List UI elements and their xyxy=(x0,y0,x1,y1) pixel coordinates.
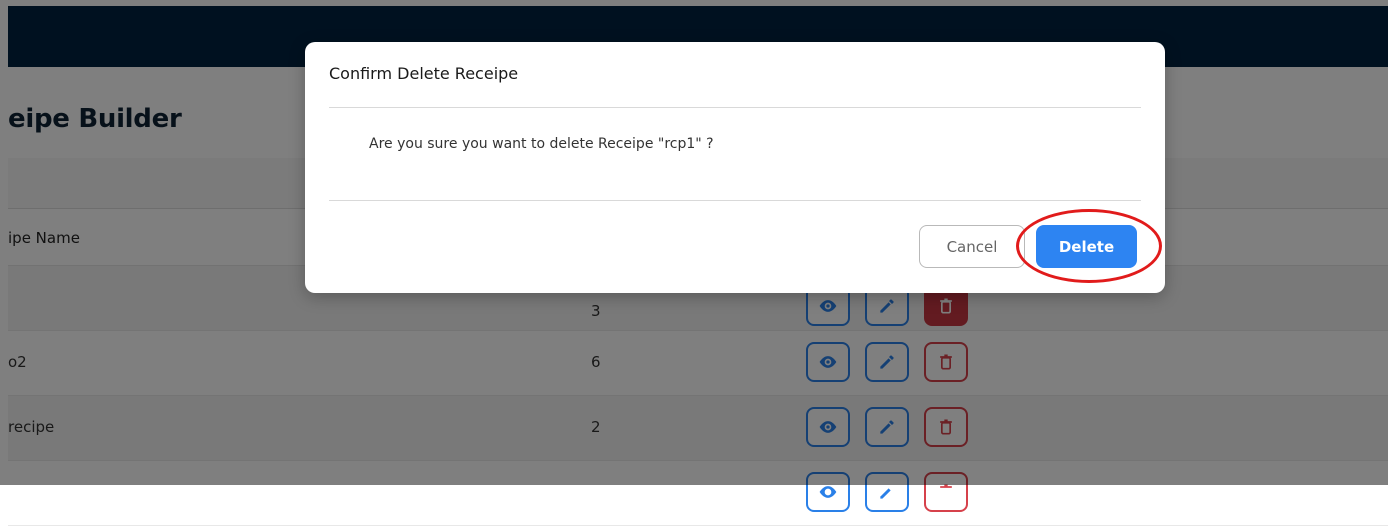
eye-icon xyxy=(819,486,837,498)
dialog-header-divider xyxy=(329,107,1141,108)
dialog-footer-divider xyxy=(329,200,1141,201)
pencil-icon xyxy=(880,488,891,499)
dialog-message: Are you sure you want to delete Receipe … xyxy=(369,136,714,152)
dialog-title: Confirm Delete Receipe xyxy=(329,64,519,83)
cancel-button[interactable]: Cancel xyxy=(919,225,1025,268)
confirm-delete-dialog: Confirm Delete Receipe Are you sure you … xyxy=(305,42,1165,293)
delete-confirm-button[interactable]: Delete xyxy=(1036,225,1137,268)
trash-icon xyxy=(940,484,952,488)
